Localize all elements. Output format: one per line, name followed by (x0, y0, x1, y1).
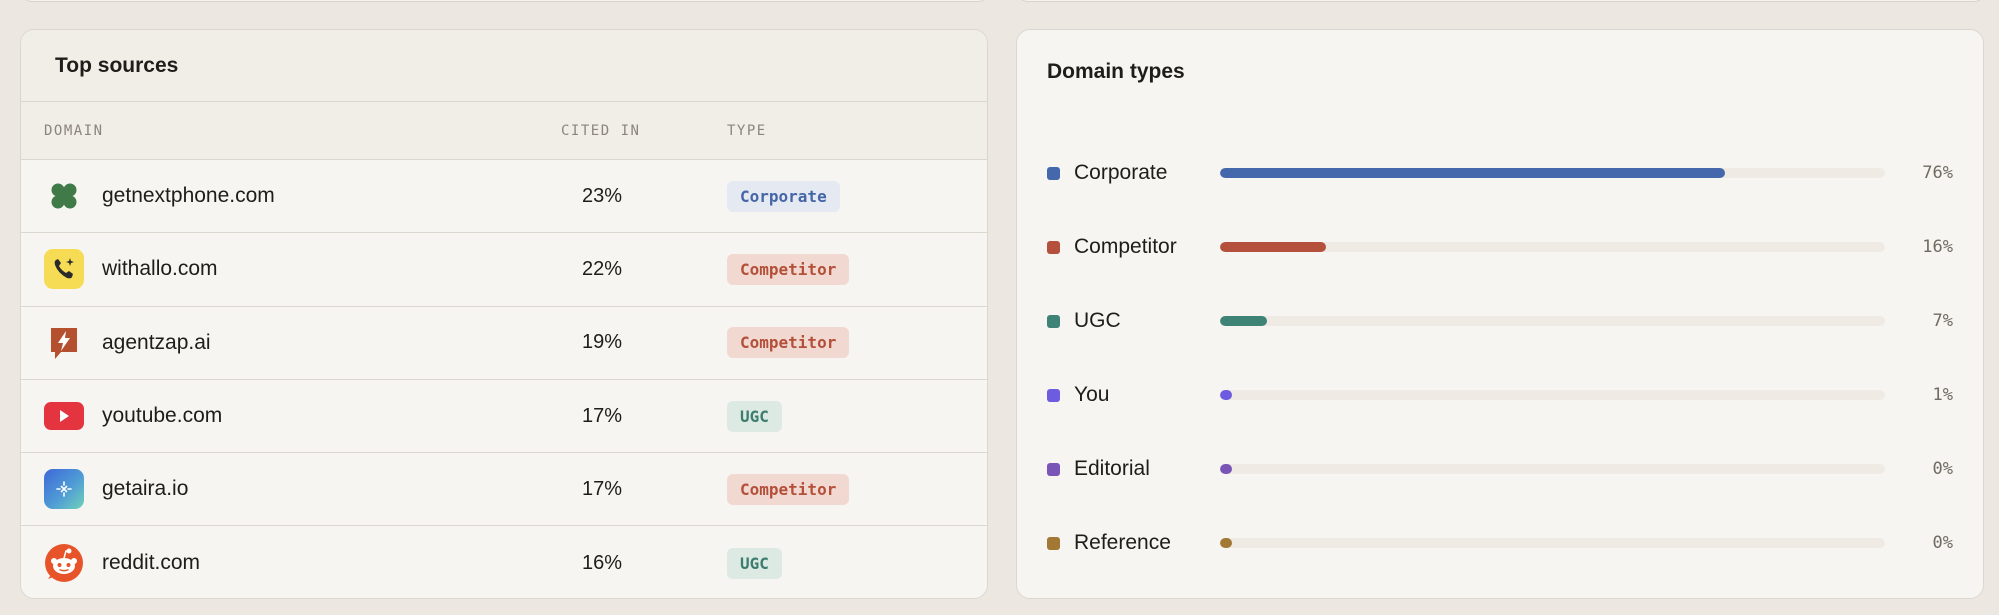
table-row[interactable]: agentzap.ai 19% Competitor (21, 307, 987, 380)
domain-type-label: UGC (1074, 309, 1121, 332)
legend-swatch (1047, 462, 1060, 476)
progress-fill (1220, 242, 1327, 252)
progress-track (1220, 168, 1885, 178)
progress-fill (1220, 168, 1726, 178)
column-header-cited-in[interactable]: CITED IN (561, 123, 640, 139)
domain-type-label: Competitor (1074, 235, 1177, 258)
legend-swatch (1047, 240, 1060, 254)
table-row[interactable]: getaira.io 17% Competitor (21, 453, 987, 527)
progress-track (1220, 390, 1885, 400)
sources-table-body: getnextphone.com 23% Corporate withallo.… (21, 160, 987, 598)
cited-value: 16% (581, 551, 623, 574)
percent-value: 7% (1932, 311, 1953, 331)
domain-type-row: Corporate 76% (1047, 158, 1953, 188)
type-badge: UGC (727, 547, 782, 579)
cited-value: 17% (581, 477, 623, 500)
domain-type-row: UGC 7% (1047, 306, 1953, 336)
type-badge: Competitor (727, 327, 850, 359)
domain-types-title: Domain types (1047, 60, 1185, 83)
clover-icon (44, 176, 84, 216)
domain-link[interactable]: youtube.com (102, 404, 222, 428)
progress-fill (1220, 464, 1232, 474)
domain-link[interactable]: agentzap.ai (102, 331, 211, 355)
youtube-play-icon (44, 402, 84, 431)
domain-types-card: Domain types Corporate 76% Competitor 16… (1016, 29, 1984, 599)
previous-card-edge (20, 0, 990, 2)
percent-value: 16% (1922, 237, 1953, 257)
column-header-domain[interactable]: DOMAIN (44, 123, 104, 139)
domain-type-label: Corporate (1074, 161, 1168, 184)
column-header-type[interactable]: TYPE (727, 123, 767, 139)
legend-swatch (1047, 166, 1060, 180)
table-row[interactable]: youtube.com 17% UGC (21, 380, 987, 454)
cited-value: 22% (581, 257, 623, 280)
table-row[interactable]: getnextphone.com 23% Corporate (21, 160, 987, 234)
progress-fill (1220, 538, 1232, 548)
type-badge: UGC (727, 400, 782, 432)
sparkle-square-icon (44, 469, 84, 510)
domain-type-label: Reference (1074, 531, 1171, 554)
type-badge: Corporate (727, 180, 840, 212)
percent-value: 76% (1922, 163, 1953, 183)
table-header: DOMAIN CITED IN TYPE (21, 102, 987, 160)
domain-link[interactable]: reddit.com (102, 551, 200, 575)
progress-track (1220, 242, 1885, 252)
domain-type-row: You 1% (1047, 380, 1953, 410)
domain-type-row: Editorial 0% (1047, 454, 1953, 484)
domain-type-row: Reference 0% (1047, 528, 1953, 558)
table-row[interactable]: withallo.com 22% Competitor (21, 233, 987, 307)
domain-type-label: Editorial (1074, 457, 1150, 480)
legend-swatch (1047, 314, 1060, 328)
top-sources-title: Top sources (21, 30, 987, 102)
progress-track (1220, 316, 1885, 326)
lightning-bubble-icon (44, 323, 84, 363)
domain-link[interactable]: withallo.com (102, 257, 218, 281)
cited-value: 17% (581, 404, 623, 427)
legend-swatch (1047, 388, 1060, 402)
percent-value: 1% (1932, 385, 1953, 405)
table-row[interactable]: reddit.com 16% UGC (21, 526, 987, 598)
top-sources-card: Top sources DOMAIN CITED IN TYPE getnext… (20, 29, 988, 599)
type-badge: Competitor (727, 253, 850, 285)
progress-fill (1220, 316, 1267, 326)
domain-link[interactable]: getnextphone.com (102, 184, 275, 208)
domain-type-row: Competitor 16% (1047, 232, 1953, 262)
type-badge: Competitor (727, 473, 850, 505)
legend-swatch (1047, 536, 1060, 550)
progress-fill (1220, 390, 1232, 400)
percent-value: 0% (1932, 459, 1953, 479)
reddit-icon (44, 543, 84, 583)
previous-card-edge (1016, 0, 1986, 2)
domain-link[interactable]: getaira.io (102, 477, 188, 501)
progress-track (1220, 464, 1885, 474)
domain-type-label: You (1074, 383, 1110, 406)
phone-sparkle-icon (44, 249, 84, 290)
progress-track (1220, 538, 1885, 548)
cited-value: 23% (581, 184, 623, 207)
percent-value: 0% (1932, 533, 1953, 553)
cited-value: 19% (581, 331, 623, 354)
